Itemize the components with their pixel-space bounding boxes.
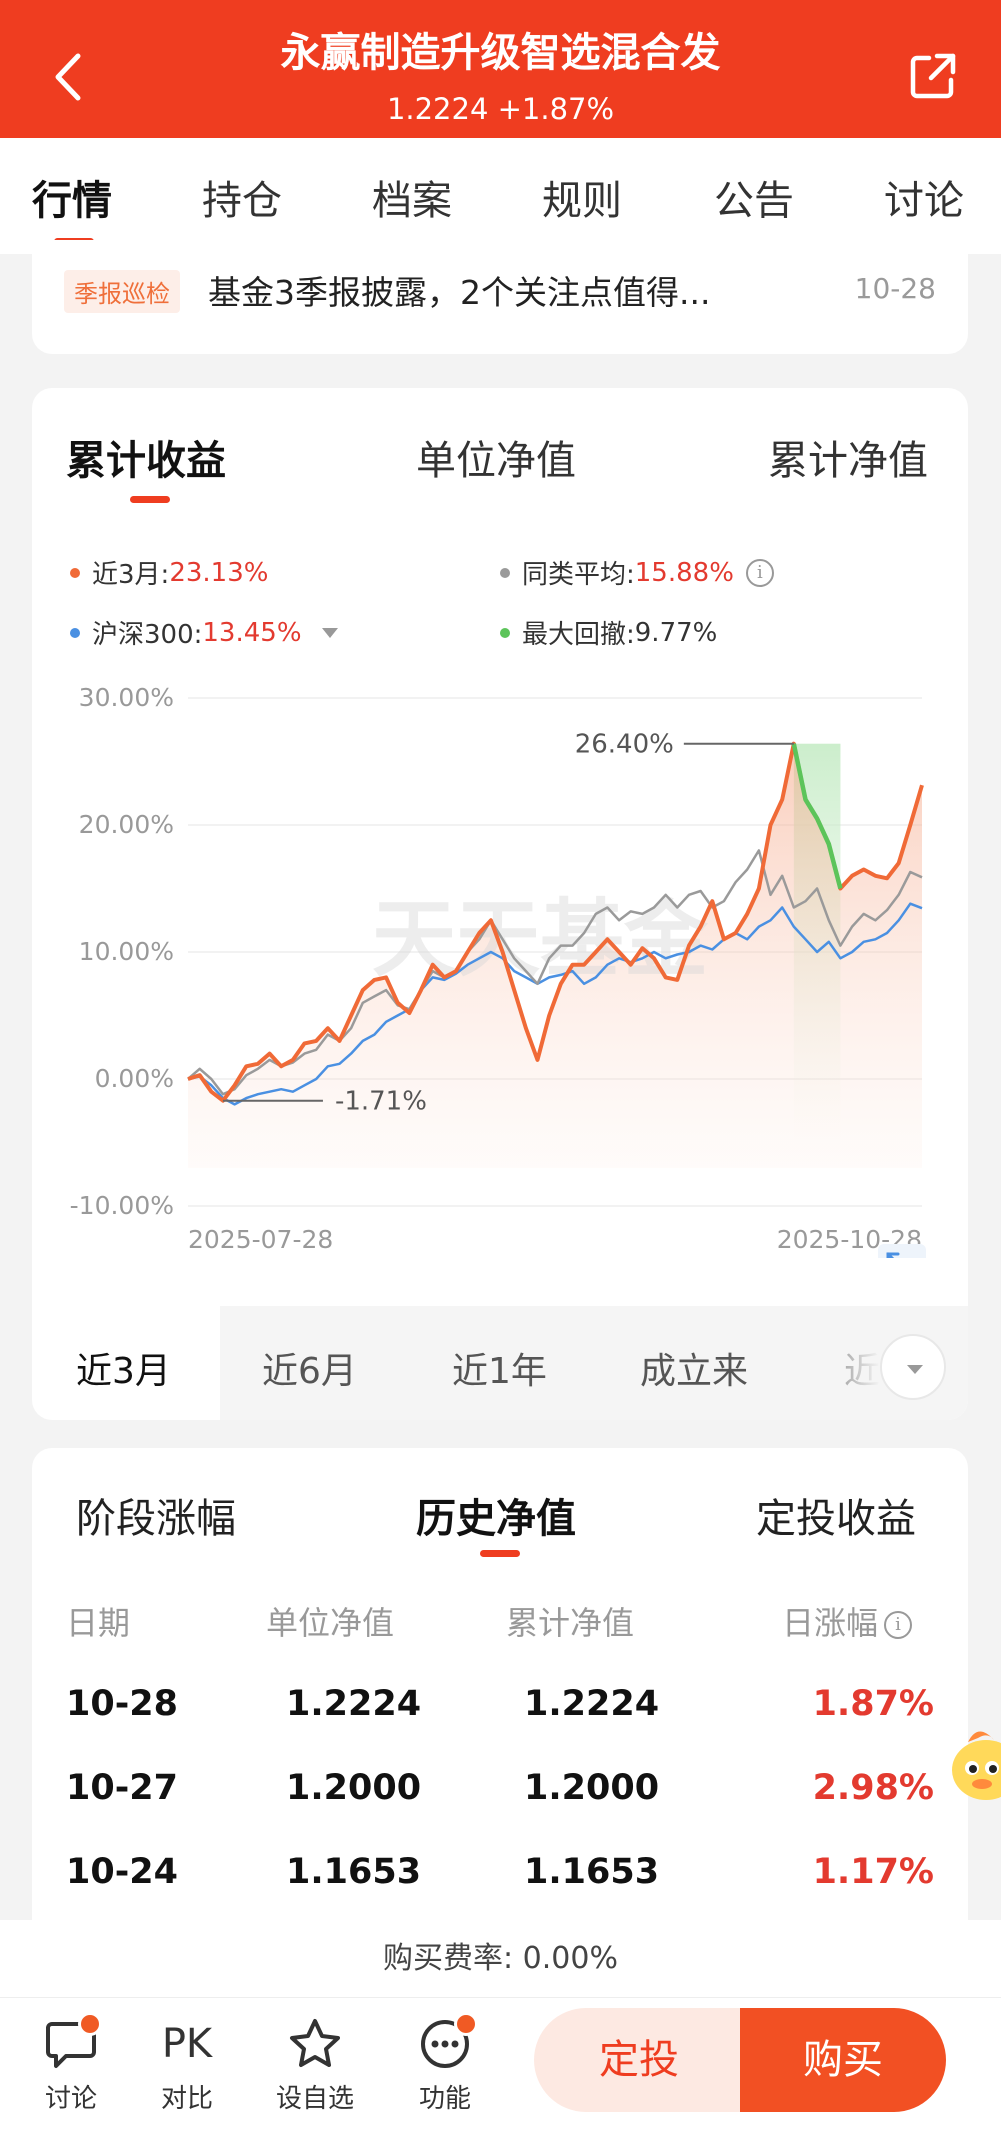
period-fade	[800, 1306, 880, 1420]
info-icon[interactable]: i	[745, 558, 774, 587]
tab-history-nav[interactable]: 历史净值	[416, 1486, 576, 1544]
fullscreen-icon[interactable]	[878, 1244, 926, 1258]
history-tab-indicator	[480, 1550, 520, 1557]
period-6m[interactable]: 近6月	[262, 1342, 357, 1394]
col-date: 日期	[66, 1604, 131, 1642]
notification-dot	[454, 2012, 478, 2036]
nav-summary: 1.2224 +1.87%	[386, 92, 615, 126]
legend-peer: 同类平均: 15.88% i	[500, 554, 774, 591]
row-change: 1.17%	[812, 1852, 934, 1892]
legend-peer-label: 同类平均:	[522, 560, 635, 590]
share-icon[interactable]	[907, 50, 959, 102]
tab-stage-return[interactable]: 阶段涨幅	[76, 1486, 236, 1544]
history-card: 阶段涨幅 历史净值 定投收益 日期 单位净值 累计净值 日涨幅 i 10-28 1…	[32, 1448, 968, 1928]
star-icon	[290, 2019, 340, 2067]
discuss-label: 讨论	[44, 2084, 97, 2114]
row-date: 10-28	[66, 1684, 178, 1724]
row-change: 1.87%	[812, 1684, 934, 1724]
discuss-button[interactable]: 讨论	[26, 2012, 116, 2115]
col-daily-change-label: 日涨幅	[782, 1604, 879, 1642]
watchlist-label: 设自选	[275, 2084, 354, 2114]
tab-announcements[interactable]: 公告	[714, 168, 794, 226]
notice-tag: 季报巡检	[64, 270, 180, 313]
buy-button[interactable]: 购买	[740, 2008, 946, 2112]
sip-button[interactable]: 定投	[534, 2008, 744, 2112]
purchase-fee: 购买费率: 0.00%	[0, 1920, 1001, 1998]
max-annotation: 26.40%	[575, 730, 674, 760]
period-more-button[interactable]	[880, 1334, 946, 1400]
notice-text[interactable]: 基金3季报披露，2个关注点值得...	[208, 266, 848, 314]
col-daily-change: 日涨幅 i	[782, 1598, 913, 1644]
legend-peer-value: 15.88%	[634, 557, 734, 588]
legend-index-label: 沪深300:	[92, 620, 203, 650]
legend-index-value: 13.45%	[202, 617, 302, 648]
row-nav: 1.2224	[286, 1684, 422, 1724]
chart-card: 累计收益 单位净值 累计净值 近3月: 23.13% 同类平均: 15.88% …	[32, 388, 968, 1420]
tab-unit-nav[interactable]: 单位净值	[416, 428, 576, 486]
pk-icon: PK	[161, 2021, 213, 2067]
legend-drawdown: 最大回撤: 9.77%	[500, 614, 717, 651]
x-tick-label: 2025-07-28	[188, 1225, 333, 1254]
chat-icon	[46, 2022, 96, 2068]
legend-fund-label: 近3月:	[92, 560, 170, 590]
y-tick-label: 30.00%	[79, 683, 174, 712]
y-tick-label: 20.00%	[79, 810, 174, 839]
row-date: 10-24	[66, 1852, 178, 1892]
chart-watermark: 天天基金	[372, 890, 709, 988]
notice-card[interactable]: 季报巡检 基金3季报披露，2个关注点值得... 10-28	[32, 240, 968, 354]
legend-drawdown-value: 9.77%	[634, 617, 718, 648]
col-acc-nav: 累计净值	[506, 1604, 635, 1642]
row-acc: 1.1653	[524, 1852, 660, 1892]
return-chart[interactable]: 30.00% 20.00% 10.00% 0.00% -10.00% 2025-07-28…	[32, 678, 968, 1258]
legend-drawdown-label: 最大回撤:	[522, 620, 635, 650]
fund-title: 永赢制造升级智选混合发	[280, 30, 721, 76]
period-3m[interactable]: 近3月	[76, 1342, 171, 1394]
features-button[interactable]: 功能	[400, 2012, 490, 2115]
y-tick-label: -10.00%	[70, 1191, 174, 1220]
chevron-down-icon	[907, 1365, 923, 1374]
tab-discussion[interactable]: 讨论	[884, 168, 964, 226]
notification-dot	[78, 2012, 102, 2036]
chart-tab-indicator	[130, 496, 170, 503]
add-watchlist-button[interactable]: 设自选	[270, 2016, 360, 2115]
legend-fund: 近3月: 23.13%	[70, 554, 268, 591]
row-nav: 1.1653	[286, 1852, 422, 1892]
info-icon[interactable]: i	[884, 1611, 913, 1639]
tab-market[interactable]: 行情	[32, 168, 112, 226]
tab-profile[interactable]: 档案	[372, 168, 452, 226]
notice-date: 10-28	[854, 272, 936, 305]
tab-sip-return[interactable]: 定投收益	[756, 1486, 916, 1544]
tab-rules[interactable]: 规则	[542, 168, 622, 226]
app-header: 永赢制造升级智选混合发 1.2224 +1.87%	[0, 0, 1001, 138]
legend-fund-dot	[70, 567, 80, 578]
tab-cumulative-return[interactable]: 累计收益	[66, 428, 226, 486]
period-since-inception[interactable]: 成立来	[640, 1342, 748, 1394]
legend-fund-value: 23.13%	[169, 557, 269, 588]
legend-peer-dot	[500, 567, 510, 578]
row-acc: 1.2224	[524, 1684, 660, 1724]
col-unit-nav: 单位净值	[266, 1604, 395, 1642]
features-label: 功能	[418, 2084, 471, 2114]
legend-index[interactable]: 沪深300: 13.45%	[70, 614, 338, 651]
period-selector: 近3月 近6月 近1年 成立来 近	[32, 1306, 968, 1420]
row-acc: 1.2000	[524, 1768, 660, 1808]
tab-accumulated-nav[interactable]: 累计净值	[768, 428, 928, 486]
main-tab-bar: 行情 持仓 档案 规则 公告 讨论	[0, 138, 1001, 254]
tab-holdings[interactable]: 持仓	[202, 168, 282, 226]
dropdown-icon[interactable]	[321, 627, 338, 638]
row-date: 10-27	[66, 1768, 178, 1808]
legend-drawdown-dot	[500, 627, 510, 638]
y-tick-label: 0.00%	[95, 1064, 174, 1093]
compare-button[interactable]: PK 对比	[142, 2016, 232, 2115]
compare-label: 对比	[160, 2084, 213, 2114]
bottom-action-bar: 讨论 PK 对比 设自选 功能 定投 购买	[0, 1998, 1001, 2130]
row-change: 2.98%	[812, 1768, 934, 1808]
period-1y[interactable]: 近1年	[452, 1342, 547, 1394]
row-nav: 1.2000	[286, 1768, 422, 1808]
y-tick-label: 10.00%	[79, 937, 174, 966]
legend-index-dot	[70, 627, 80, 638]
mascot-icon[interactable]	[948, 1718, 1001, 1808]
min-annotation: -1.71%	[335, 1087, 427, 1117]
